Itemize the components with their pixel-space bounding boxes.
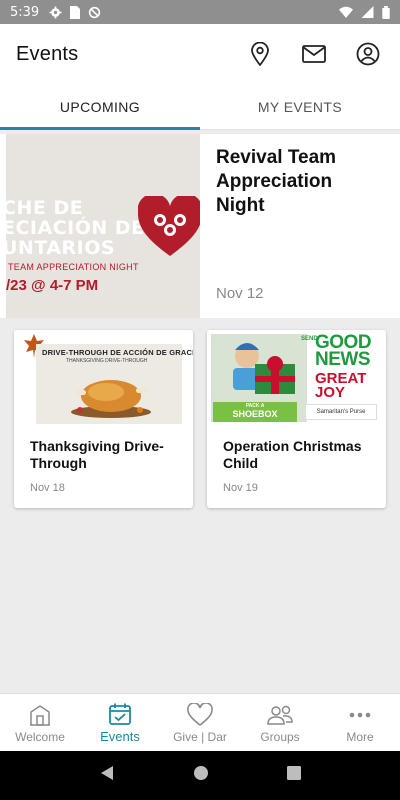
back-icon[interactable]	[99, 765, 115, 786]
tab-my-events[interactable]: MY EVENTS	[200, 84, 400, 129]
status-bar: 5:39	[0, 0, 400, 24]
tab-upcoming[interactable]: UPCOMING	[0, 84, 200, 130]
event-card-date: Nov 18	[30, 482, 65, 494]
featured-event-date: Nov 12	[216, 285, 264, 302]
people-icon	[266, 702, 294, 728]
nav-give[interactable]: Give | Dar	[160, 694, 240, 751]
blocked-icon	[88, 6, 101, 19]
featured-image-time: /23 @ 4-7 PM	[6, 277, 99, 294]
page-title: Events	[16, 42, 79, 65]
location-pin-icon[interactable]	[244, 38, 276, 70]
event-card-title: Operation Christmas Child	[223, 438, 362, 471]
nav-label: More	[346, 729, 374, 744]
recents-icon[interactable]	[287, 766, 301, 785]
nav-label: Give | Dar	[173, 729, 227, 744]
account-icon[interactable]	[352, 38, 384, 70]
heart-icon	[187, 702, 213, 728]
event-card-image: SEND GOOD NEWS GREAT JOY PACK A SHOEBOX …	[207, 330, 386, 426]
event-card-grid: DRIVE-THROUGH DE ACCIÓN DE GRACIAS THANK…	[14, 330, 386, 508]
turkey-illustration-icon	[70, 368, 152, 423]
occ-image-good-news: GOOD NEWS	[315, 332, 372, 370]
nav-welcome[interactable]: Welcome	[0, 694, 80, 751]
nav-events[interactable]: Events	[80, 694, 160, 751]
bottom-navigation: Welcome Events Give | Dar Groups More	[0, 693, 400, 751]
volunteer-heart-logo-icon	[137, 193, 200, 263]
sim-card-icon	[70, 5, 81, 19]
event-card-operation-christmas-child[interactable]: SEND GOOD NEWS GREAT JOY PACK A SHOEBOX …	[207, 330, 386, 508]
featured-event-title: Revival Team Appreciation Night	[216, 147, 337, 216]
wifi-icon	[339, 6, 353, 18]
nav-label: Welcome	[15, 729, 65, 744]
home-icon[interactable]	[193, 765, 209, 786]
settings-gear-icon	[49, 6, 62, 19]
thanksgiving-image-headline: DRIVE-THROUGH DE ACCIÓN DE GRACIAS	[42, 348, 193, 357]
thanksgiving-image-sub: THANKSGIVING DRIVE-THROUGH	[66, 358, 148, 364]
featured-image-subtitle: TEAM APPRECIATION NIGHT	[8, 262, 139, 272]
event-card-title: Thanksgiving Drive-Through	[30, 438, 164, 471]
occ-image-great-joy: GREAT JOY	[315, 370, 367, 401]
event-card-image: DRIVE-THROUGH DE ACCIÓN DE GRACIAS THANK…	[14, 330, 193, 426]
featured-event-image: CHE DE ECIACIÓN DE UNTARIOS TEAM APPRECI…	[0, 134, 200, 318]
occ-image-pack-badge: PACK A SHOEBOX	[213, 402, 297, 422]
event-card-thanksgiving[interactable]: DRIVE-THROUGH DE ACCIÓN DE GRACIAS THANK…	[14, 330, 193, 508]
building-icon	[29, 702, 51, 728]
calendar-check-icon	[108, 701, 132, 727]
nav-more[interactable]: More	[320, 694, 400, 751]
battery-icon	[382, 5, 390, 19]
system-navigation-bar	[0, 751, 400, 800]
featured-image-headline: CHE DE ECIACIÓN DE UNTARIOS	[2, 197, 145, 259]
occ-image-org: Samaritan's Purse	[305, 404, 377, 420]
featured-event-card[interactable]: CHE DE ECIACIÓN DE UNTARIOS TEAM APPRECI…	[0, 134, 400, 318]
nav-label: Events	[100, 729, 140, 744]
event-card-date: Nov 19	[223, 482, 258, 494]
more-dots-icon	[349, 702, 371, 728]
signal-icon	[361, 6, 374, 18]
app-header: Events	[0, 24, 400, 84]
nav-label: Groups	[260, 729, 300, 744]
nav-groups[interactable]: Groups	[240, 694, 320, 751]
status-time: 5:39	[10, 4, 40, 20]
events-tabs: UPCOMING MY EVENTS	[0, 84, 400, 130]
mail-icon[interactable]	[298, 38, 330, 70]
